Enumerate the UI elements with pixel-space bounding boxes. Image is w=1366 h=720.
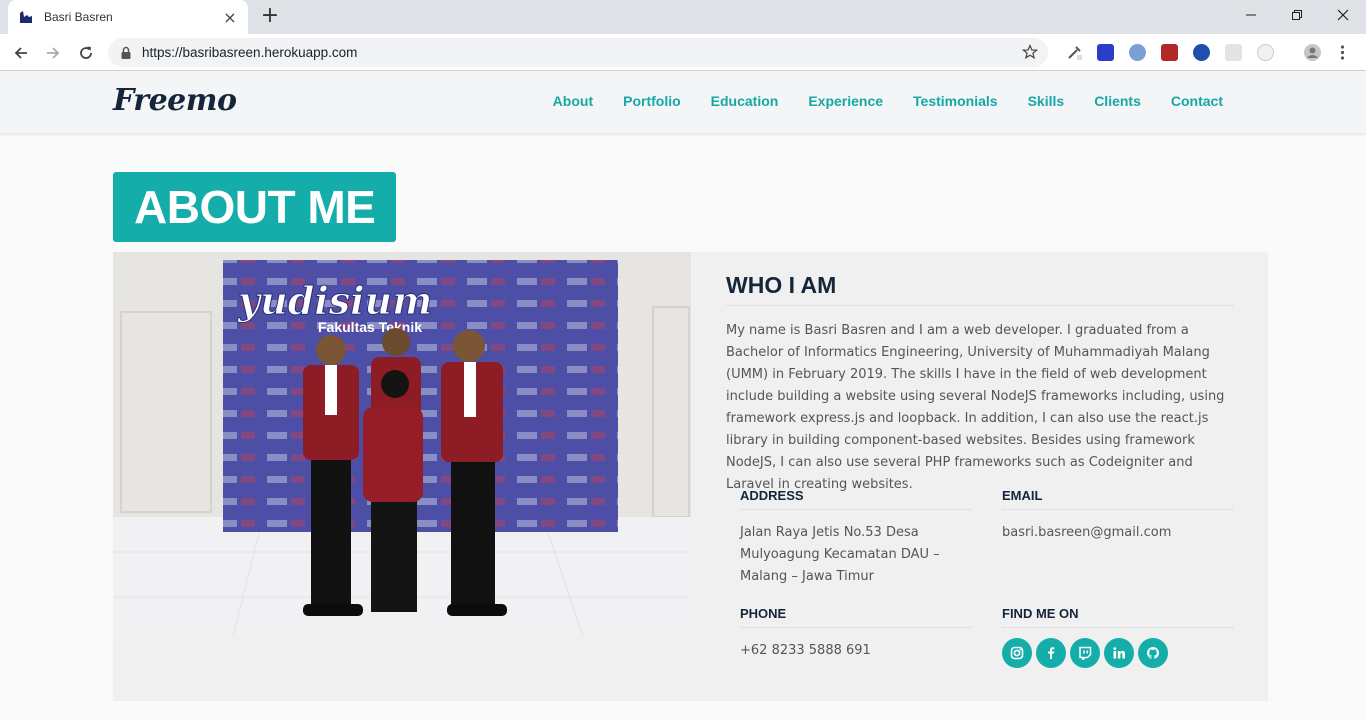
instagram-icon <box>1010 646 1024 660</box>
minimize-button[interactable] <box>1228 0 1274 30</box>
site-favicon-icon <box>20 11 32 23</box>
twitch-icon <box>1079 646 1092 660</box>
extension-circle-icon[interactable] <box>1193 44 1210 61</box>
forward-arrow-icon <box>47 47 60 59</box>
nav-link-contact[interactable]: Contact <box>1171 93 1223 109</box>
tab-title: Basri Basren <box>44 10 113 24</box>
nav-link-about[interactable]: About <box>553 93 593 109</box>
photo-banner-subtitle: Fakultas Teknik <box>318 319 422 335</box>
who-i-am-heading: WHO I AM <box>726 272 1233 306</box>
tab-close-icon[interactable]: × <box>222 8 238 27</box>
nav-link-clients[interactable]: Clients <box>1094 93 1141 109</box>
extension-gray-icon[interactable] <box>1225 44 1242 61</box>
twitch-link[interactable] <box>1070 638 1100 668</box>
extension-blue-icon[interactable] <box>1097 44 1114 61</box>
url-text: https://basribasreen.herokuapp.com <box>142 45 358 60</box>
address-label: ADDRESS <box>740 488 971 510</box>
who-i-am-paragraph: My name is Basri Basren and I am a web d… <box>726 323 1225 492</box>
back-button[interactable] <box>8 40 34 66</box>
photo-banner-script: yudisium <box>237 278 432 323</box>
browser-tab-bar: Basri Basren × + <box>0 0 1366 34</box>
extension-mega-icon[interactable] <box>1161 44 1178 61</box>
back-arrow-icon <box>14 47 27 59</box>
nav-link-portfolio[interactable]: Portfolio <box>623 93 681 109</box>
social-links <box>1002 638 1233 668</box>
address-value: Jalan Raya Jetis No.53 Desa Mulyoagung K… <box>740 525 940 584</box>
address-bar[interactable]: https://basribasreen.herokuapp.com <box>108 38 1048 67</box>
new-tab-button[interactable]: + <box>258 5 282 29</box>
browser-toolbar: https://basribasreen.herokuapp.com <box>0 34 1366 71</box>
profile-avatar-icon[interactable] <box>1304 44 1321 61</box>
social-block: FIND ME ON <box>1002 606 1233 668</box>
phone-value: +62 8233 5888 691 <box>740 643 871 658</box>
reload-button[interactable] <box>73 40 99 66</box>
nav-link-education[interactable]: Education <box>711 93 779 109</box>
instagram-link[interactable] <box>1002 638 1032 668</box>
facebook-link[interactable] <box>1036 638 1066 668</box>
nav-link-experience[interactable]: Experience <box>808 93 883 109</box>
site-logo[interactable]: Freemo <box>113 83 237 118</box>
email-label: EMAIL <box>1002 488 1233 510</box>
linkedin-link[interactable] <box>1104 638 1134 668</box>
github-link[interactable] <box>1138 638 1168 668</box>
email-block: EMAIL basri.basreen@gmail.com <box>1002 488 1233 544</box>
close-icon <box>1337 9 1349 21</box>
phone-block: PHONE +62 8233 5888 691 <box>740 606 971 662</box>
eyedropper-extension-icon[interactable] <box>1066 44 1083 61</box>
phone-label: PHONE <box>740 606 971 628</box>
main-nav: About Portfolio Education Experience Tes… <box>553 93 1223 109</box>
close-window-button[interactable] <box>1320 0 1366 30</box>
site-header: Freemo About Portfolio Education Experie… <box>0 71 1366 133</box>
about-card: yudisium Fakultas Teknik WHO I AM My nam… <box>113 252 1268 701</box>
about-text: WHO I AM My name is Basri Basren and I a… <box>726 272 1233 496</box>
restore-icon <box>1292 10 1302 20</box>
lock-icon <box>121 46 131 59</box>
extension-timer-icon[interactable] <box>1257 44 1274 61</box>
address-block: ADDRESS Jalan Raya Jetis No.53 Desa Muly… <box>740 488 971 588</box>
reload-icon <box>80 46 92 59</box>
nav-link-skills[interactable]: Skills <box>1028 93 1065 109</box>
extension-globe-icon[interactable] <box>1129 44 1146 61</box>
forward-button[interactable] <box>40 40 66 66</box>
profile-photo: yudisium Fakultas Teknik <box>113 252 691 637</box>
section-title-about: ABOUT ME <box>113 172 397 242</box>
github-icon <box>1146 646 1160 659</box>
facebook-icon <box>1048 647 1055 659</box>
browser-tab[interactable]: Basri Basren × <box>8 0 248 34</box>
menu-kebab-icon[interactable] <box>1334 44 1351 61</box>
minimize-icon <box>1246 14 1256 16</box>
restore-button[interactable] <box>1274 0 1320 30</box>
nav-link-testimonials[interactable]: Testimonials <box>913 93 998 109</box>
linkedin-icon <box>1113 647 1125 659</box>
find-me-on-label: FIND ME ON <box>1002 606 1233 628</box>
email-value[interactable]: basri.basreen@gmail.com <box>1002 522 1233 544</box>
bookmark-star-icon[interactable] <box>1022 44 1038 60</box>
